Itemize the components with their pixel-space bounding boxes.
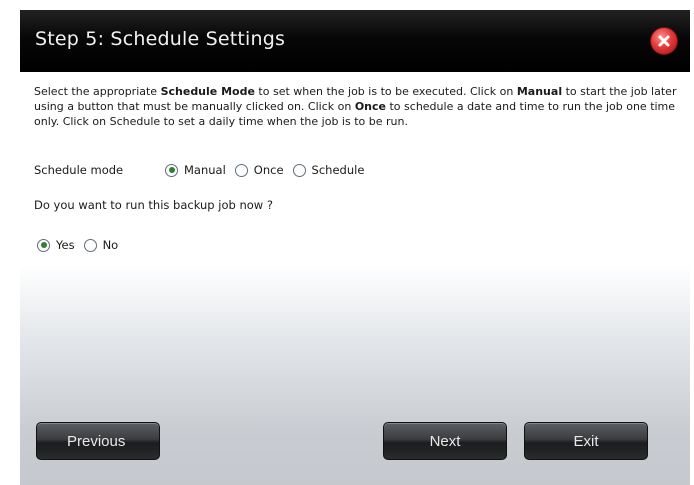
- once-keyword: Once: [354, 100, 386, 113]
- radio-yes-label: Yes: [56, 238, 75, 252]
- next-button[interactable]: Next: [383, 422, 507, 460]
- radio-schedule-button[interactable]: [292, 163, 306, 177]
- radio-no-label: No: [102, 238, 119, 252]
- description-text: Select the appropriate Schedule Mode to …: [34, 85, 677, 128]
- run-now-options: Yes No: [37, 238, 127, 252]
- radio-manual[interactable]: Manual: [165, 163, 226, 177]
- close-icon: [658, 35, 670, 47]
- radio-manual-label: Manual: [184, 163, 226, 177]
- dialog-title: Step 5: Schedule Settings: [35, 28, 286, 50]
- dialog-content: Select the appropriate Schedule Mode to …: [34, 84, 679, 129]
- exit-button-label: Exit: [573, 432, 599, 450]
- radio-once-button[interactable]: [234, 163, 248, 177]
- radio-schedule-label: Schedule: [311, 163, 365, 177]
- previous-button[interactable]: Previous: [36, 422, 160, 460]
- next-button-label: Next: [429, 432, 461, 450]
- radio-no[interactable]: No: [83, 238, 119, 252]
- radio-once[interactable]: Once: [234, 163, 284, 177]
- schedule-mode-keyword: Schedule Mode: [160, 85, 255, 98]
- radio-yes[interactable]: Yes: [37, 238, 75, 252]
- close-button[interactable]: [650, 27, 678, 55]
- radio-schedule[interactable]: Schedule: [292, 163, 365, 177]
- radio-once-label: Once: [253, 163, 284, 177]
- run-now-question-text: Do you want to run this backup job now ?: [34, 198, 273, 212]
- schedule-settings-dialog: Step 5: Schedule Settings Select the app…: [20, 10, 690, 485]
- run-now-question: Do you want to run this backup job now ?: [34, 198, 273, 212]
- exit-button[interactable]: Exit: [524, 422, 648, 460]
- schedule-mode-label: Schedule mode: [34, 163, 124, 177]
- radio-yes-button[interactable]: [37, 238, 50, 252]
- radio-manual-button[interactable]: [165, 163, 178, 177]
- radio-no-button[interactable]: [83, 238, 97, 252]
- dialog-titlebar: Step 5: Schedule Settings: [20, 10, 690, 72]
- schedule-mode-row: Schedule mode Manual Once Schedule: [34, 163, 373, 177]
- manual-keyword: Manual: [516, 85, 563, 98]
- previous-button-label: Previous: [67, 432, 126, 450]
